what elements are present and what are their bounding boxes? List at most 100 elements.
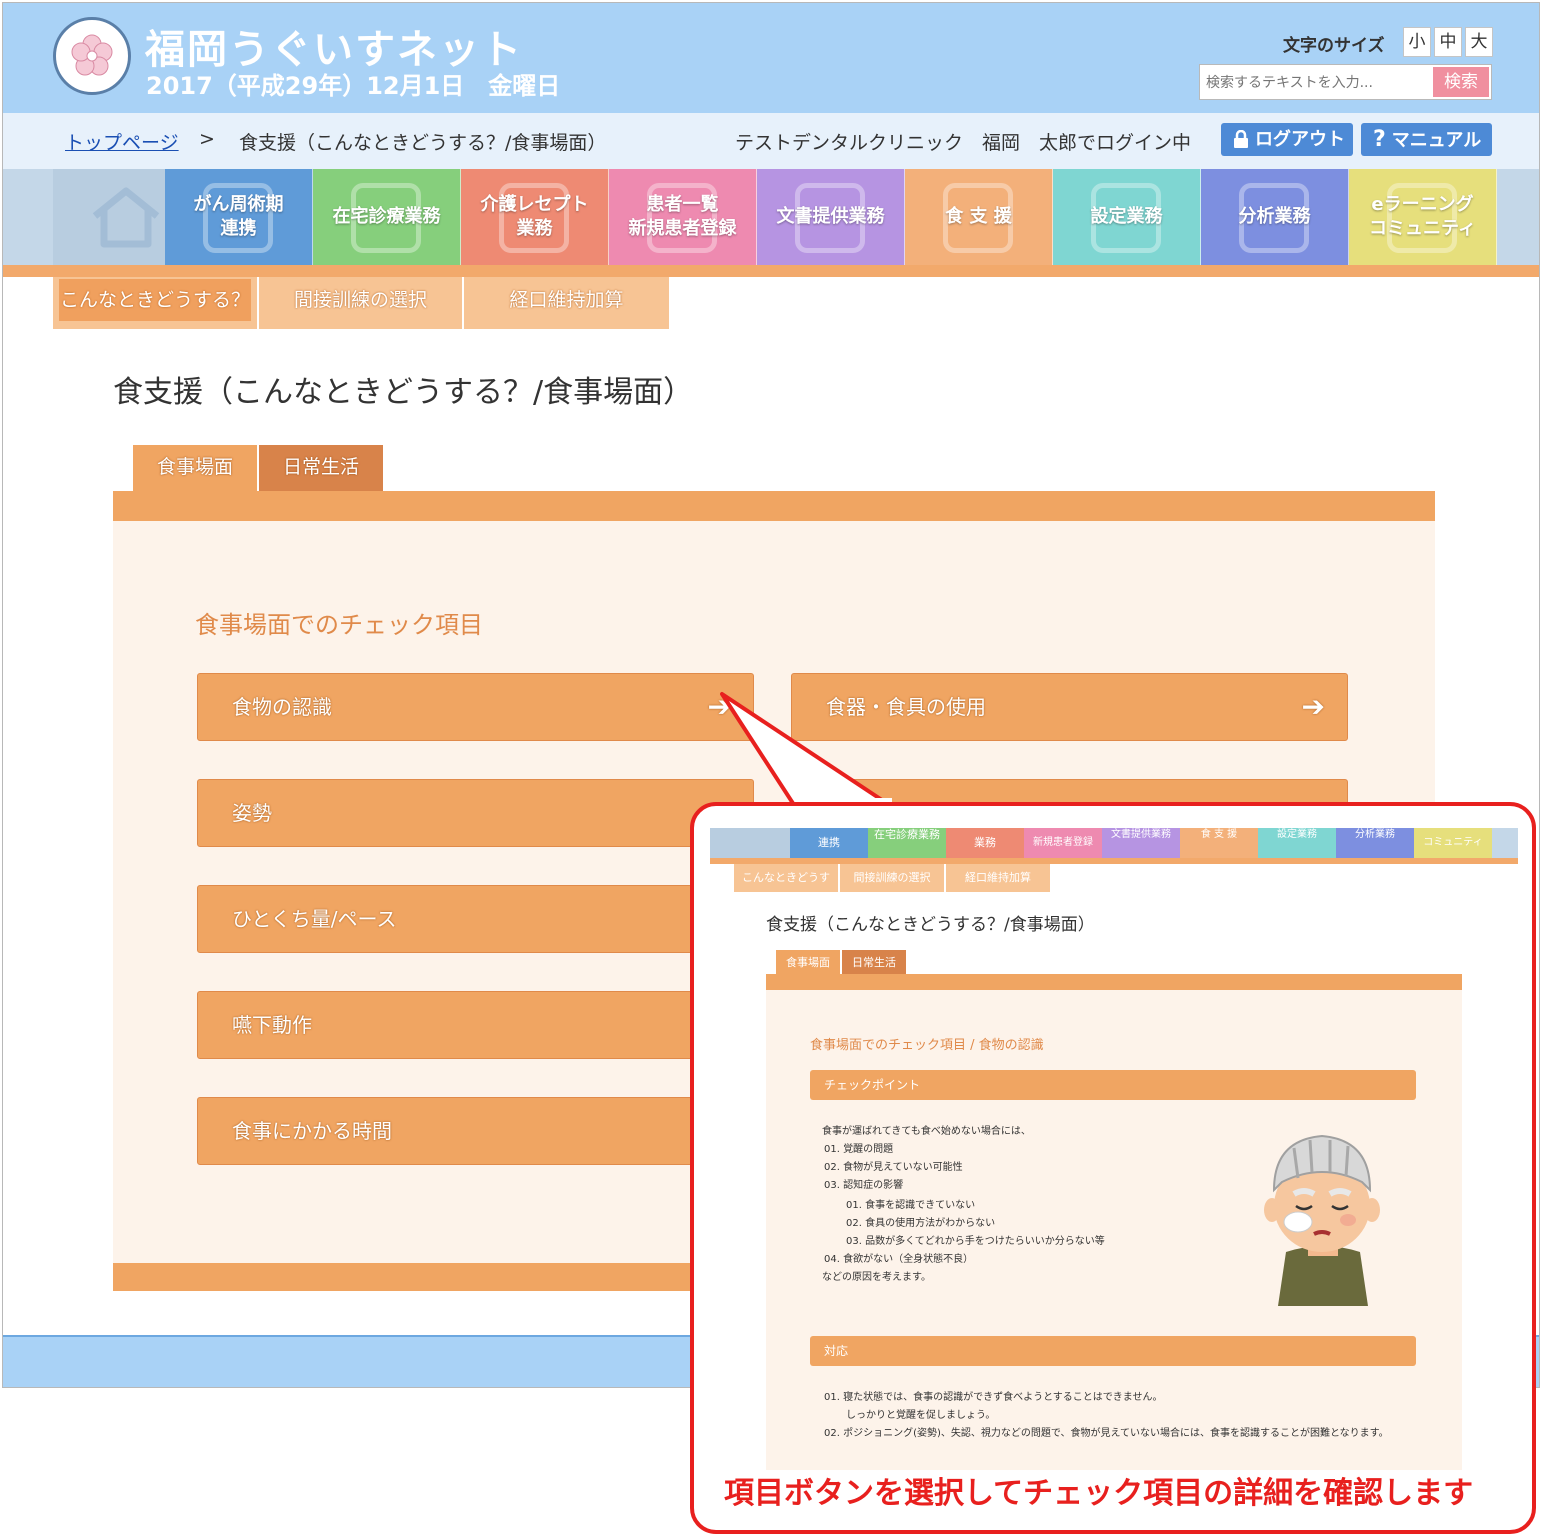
mini-section-title: 食事場面でのチェック項目 / 食物の認識 (810, 1038, 1044, 1053)
manual-label: マニュアル (1391, 130, 1482, 151)
manual-button[interactable]: ? マニュアル (1361, 123, 1492, 156)
response-header: 対応 (810, 1336, 1416, 1366)
mini-nav-item: 設定業務 (1258, 828, 1336, 858)
login-status: テストデンタルクリニック 福岡 太郎でログイン中 (735, 132, 1192, 154)
subtab-what-to-do[interactable]: こんなときどうする？ (53, 277, 259, 329)
mini-nav-item: 食 支 援 (1180, 828, 1258, 858)
response-line: しっかりと覚醒を促しましょう。 (846, 1410, 996, 1421)
checkpoint-line: 食事が運ばれてきても食べ始めない場合には、 (822, 1126, 1031, 1137)
item-swallowing-label: 嚥下動作 (232, 1013, 312, 1037)
site-header: 福岡うぐいすネット 2017（平成29年）12月1日 金曜日 文字のサイズ 小 … (3, 3, 1539, 113)
nav-elearning-label: eラーニング コミュニティ (1369, 194, 1476, 239)
font-size-medium-button[interactable]: 中 (1434, 27, 1462, 57)
item-utensil-use-button[interactable]: 食器・食具の使用 ➔ (791, 673, 1348, 741)
item-meal-time-button[interactable]: 食事にかかる時間 (197, 1097, 754, 1165)
search-button[interactable]: 検索 (1433, 67, 1489, 97)
mini-nav-item: 文書提供業務 (1102, 828, 1180, 858)
mini-nav-item: 新規患者登録 (1024, 828, 1102, 858)
nav-analysis-label: 分析業務 (1238, 206, 1311, 227)
arrow-right-icon: ➔ (1301, 690, 1325, 723)
item-meal-time-label: 食事にかかる時間 (232, 1119, 392, 1143)
search-box: 検索 (1199, 64, 1492, 100)
mini-nav-item: 業務 (946, 828, 1024, 858)
nav-settings[interactable]: 設定業務 (1053, 169, 1201, 265)
subtab-what-to-do-label: こんなときどうする？ (59, 279, 251, 321)
font-size-large-button[interactable]: 大 (1465, 27, 1493, 57)
breadcrumb-separator: > (199, 128, 215, 150)
item-posture-button[interactable]: 姿勢 (197, 779, 754, 847)
mini-page-title: 食支援（こんなときどうする？/食事場面） (766, 915, 1095, 935)
mini-nav: 連携 在宅診療業務 業務 新規患者登録 文書提供業務 食 支 援 設定業務 分析… (710, 828, 1518, 858)
logout-button[interactable]: ログアウト (1221, 123, 1353, 156)
lock-icon (1233, 123, 1249, 156)
nav-underline (3, 265, 1539, 277)
mini-nav-item: 在宅診療業務 (868, 828, 946, 858)
nav-elearning[interactable]: eラーニング コミュニティ (1349, 169, 1497, 265)
breadcrumb-bar: トップページ > 食支援（こんなときどうする？/食事場面） テストデンタルクリニ… (3, 113, 1539, 170)
item-swallowing-button[interactable]: 嚥下動作 (197, 991, 754, 1059)
checkpoint-line: などの原因を考えます。 (822, 1272, 931, 1283)
nav-document-label: 文書提供業務 (776, 206, 885, 227)
main-nav: がん周術期 連携 在宅診療業務 介護レセプト 業務 患者一覧 新規患者登録 文書提供業… (3, 169, 1539, 265)
nav-patient-list[interactable]: 患者一覧 新規患者登録 (609, 169, 757, 265)
arrow-right-icon: ➔ (707, 690, 731, 723)
nav-cancer-perioperative[interactable]: がん周術期 連携 (165, 169, 313, 265)
plum-flower-icon (71, 34, 113, 76)
elderly-man-illustration (1264, 1134, 1380, 1306)
nav-eating-support-label: 食 支 援 (945, 206, 1012, 227)
nav-analysis[interactable]: 分析業務 (1201, 169, 1349, 265)
checkpoint-line: 01. 食事を認識できていない (846, 1200, 976, 1211)
home-icon (92, 187, 160, 248)
nav-care-receipt[interactable]: 介護レセプト 業務 (461, 169, 609, 265)
item-bite-pace-button[interactable]: ひとくち量/ペース (197, 885, 754, 953)
mini-subtab: 間接訓練の選択 (840, 864, 944, 892)
font-size-small-button[interactable]: 小 (1403, 27, 1431, 57)
page-title: 食支援（こんなときどうする？/食事場面） (113, 375, 694, 410)
font-size-label: 文字のサイズ (1283, 36, 1385, 56)
checkpoint-header: チェックポイント (810, 1070, 1416, 1100)
current-date: 2017（平成29年）12月1日 金曜日 (146, 72, 561, 100)
mini-nav-home (710, 828, 790, 858)
mini-nav-item: コミュニティ (1414, 828, 1492, 858)
question-icon: ? (1373, 127, 1386, 152)
mini-subtab: 経口維持加算 (946, 864, 1050, 892)
logout-label: ログアウト (1255, 129, 1345, 150)
breadcrumb-top-link[interactable]: トップページ (65, 128, 179, 155)
checkpoint-line: 02. 食具の使用方法がわからない (846, 1218, 996, 1229)
checkpoint-line: 03. 品数が多くてどれから手をつけたらいいか分らない等 (846, 1236, 1105, 1247)
tab-daily-life[interactable]: 日常生活 (259, 445, 383, 493)
checkpoint-line: 02. 食物が見えていない可能性 (824, 1162, 963, 1173)
nav-document[interactable]: 文書提供業務 (757, 169, 905, 265)
checkpoint-line: 03. 認知症の影響 (824, 1180, 904, 1191)
section-title: 食事場面でのチェック項目 (195, 611, 483, 639)
nav-home-care[interactable]: 在宅診療業務 (313, 169, 461, 265)
item-utensil-use-label: 食器・食具の使用 (826, 695, 986, 719)
mini-tab-meal-scene: 食事場面 (776, 950, 840, 976)
mini-nav-spacer (1492, 828, 1518, 858)
item-food-recognition-label: 食物の認識 (232, 695, 332, 719)
nav-cancer-perioperative-label: がん周術期 連携 (193, 194, 284, 239)
callout-caption: 項目ボタンを選択してチェック項目の詳細を確認します (724, 1476, 1474, 1511)
nav-patient-list-label: 患者一覧 新規患者登録 (628, 194, 737, 239)
nav-settings-label: 設定業務 (1090, 206, 1163, 227)
panel-header-bar (113, 491, 1435, 521)
mini-nav-item: 連携 (790, 828, 868, 858)
subtab-indirect-training[interactable]: 間接訓練の選択 (259, 277, 464, 329)
mini-tab-daily-life: 日常生活 (842, 950, 906, 976)
mini-nav-item: 分析業務 (1336, 828, 1414, 858)
response-line: 01. 寝た状態では、食事の認識ができず食べようとすることはできません。 (824, 1392, 1163, 1403)
response-line: 02. ポジショニング(姿勢)、失認、視力などの問題で、食物が見えていない場合に… (824, 1428, 1389, 1439)
checkpoint-line: 01. 覚醒の問題 (824, 1144, 894, 1155)
tab-meal-scene[interactable]: 食事場面 (133, 445, 257, 493)
item-bite-pace-label: ひとくち量/ペース (232, 907, 397, 931)
nav-care-receipt-label: 介護レセプト 業務 (480, 194, 589, 239)
mini-panel-bar (766, 974, 1462, 990)
detail-callout: 連携 在宅診療業務 業務 新規患者登録 文書提供業務 食 支 援 設定業務 分析… (690, 802, 1536, 1534)
nav-eating-support[interactable]: 食 支 援 (905, 169, 1053, 265)
item-posture-label: 姿勢 (232, 801, 272, 825)
nav-home-care-label: 在宅診療業務 (332, 206, 441, 227)
association-logo[interactable] (53, 17, 131, 95)
search-input[interactable] (1204, 70, 1430, 96)
subtab-oral-maintenance[interactable]: 経口維持加算 (464, 277, 669, 329)
item-food-recognition-button[interactable]: 食物の認識 ➔ (197, 673, 754, 741)
